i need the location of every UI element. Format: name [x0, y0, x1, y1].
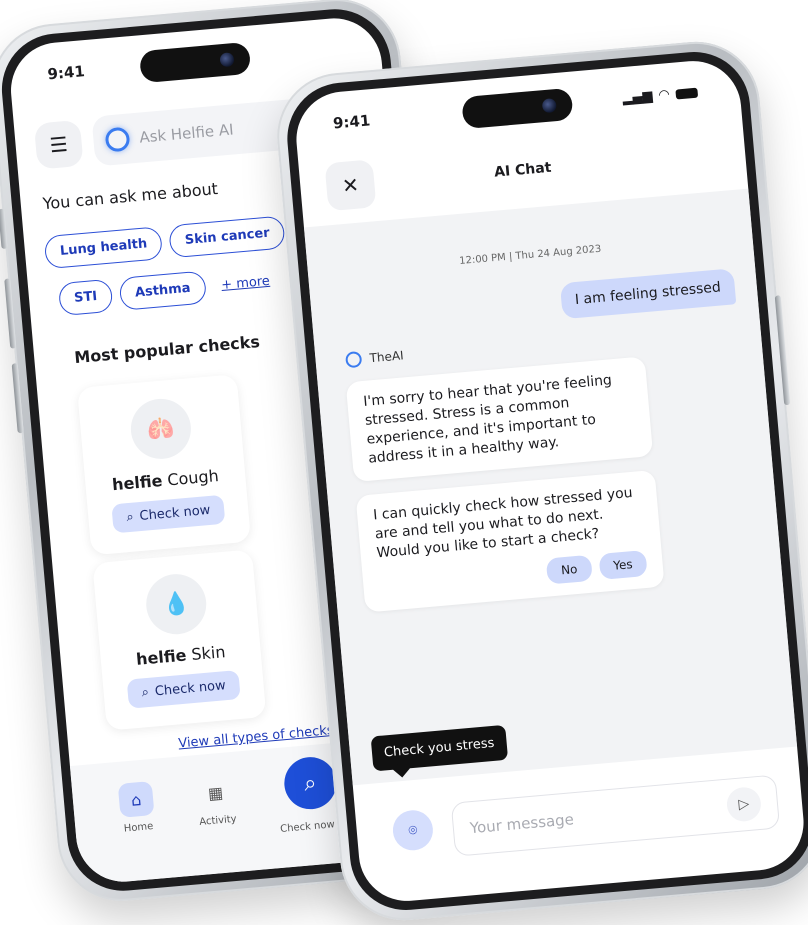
phone-chat: 9:41 ▂▄▆ ◠ ✕ AI Chat 12:00 PM | Thu 24 A…	[271, 36, 808, 925]
card-title: helfie Cough	[111, 466, 220, 495]
chip-lung-health[interactable]: Lung health	[43, 226, 164, 270]
reply-no-button[interactable]: No	[546, 554, 593, 585]
menu-button[interactable]: ☰	[33, 119, 84, 170]
ai-sender: TheAI	[345, 347, 404, 369]
ai-orb-icon	[104, 126, 131, 153]
power-button	[774, 295, 791, 406]
stress-check-button[interactable]: ⌾	[391, 808, 435, 852]
phone-bezel: 9:41 ▂▄▆ ◠ ✕ AI Chat 12:00 PM | Thu 24 A…	[282, 47, 808, 915]
ai-orb-icon	[345, 350, 363, 369]
tab-home[interactable]: ⌂ Home	[117, 781, 156, 835]
user-message: I am feeling stressed	[559, 268, 737, 320]
topic-chips-row-2: STI Asthma + more	[57, 265, 271, 317]
search-icon: ⌕	[141, 684, 150, 701]
ask-heading: You can ask me about	[42, 179, 219, 214]
hand-icon: ☰	[48, 131, 69, 158]
card-skin[interactable]: 💧 helfie Skin ⌕ Check now	[92, 549, 267, 731]
signal-icon: ▂▄▆	[621, 88, 654, 107]
volume-up-button	[4, 278, 17, 349]
check-now-fab[interactable]: ⌕	[282, 755, 339, 812]
home-icon: ⌂	[117, 781, 155, 818]
tab-check-now-label: Check now	[279, 819, 336, 835]
chip-asthma[interactable]: Asthma	[118, 270, 207, 311]
send-icon: ▷	[737, 795, 750, 813]
message-input[interactable]: Your message ▷	[450, 774, 781, 857]
ask-placeholder: Ask Helfie AI	[138, 120, 235, 147]
status-icons: ▂▄▆ ◠	[621, 85, 699, 107]
chat-thread[interactable]: 12:00 PM | Thu 24 Aug 2023 I am feeling …	[303, 188, 798, 786]
lungs-icon: 🫁	[128, 396, 194, 462]
check-now-button[interactable]: ⌕ Check now	[126, 670, 241, 709]
dynamic-island	[461, 87, 574, 130]
chip-skin-cancer[interactable]: Skin cancer	[168, 215, 286, 259]
grid-icon: ▦	[207, 782, 224, 803]
chip-sti[interactable]: STI	[57, 278, 114, 317]
dynamic-island	[138, 41, 252, 84]
send-button[interactable]: ▷	[725, 785, 763, 823]
topic-chips-row-1: Lung health Skin cancer	[43, 215, 286, 270]
check-now-button[interactable]: ⌕ Check now	[111, 494, 226, 534]
card-title: helfie Skin	[135, 642, 227, 669]
ai-message-check: I can quickly check how stressed you are…	[355, 469, 665, 613]
search-icon: ⌕	[125, 509, 135, 526]
reply-yes-button[interactable]: Yes	[598, 549, 648, 580]
popular-heading: Most popular checks	[73, 331, 261, 368]
status-time: 9:41	[46, 62, 86, 84]
face-scan-icon: ⌾	[407, 820, 419, 840]
volume-down-button	[11, 363, 24, 434]
chat-screen: 9:41 ▂▄▆ ◠ ✕ AI Chat 12:00 PM | Thu 24 A…	[292, 57, 808, 905]
battery-icon	[675, 87, 699, 100]
search-icon: ⌕	[303, 770, 318, 797]
status-time: 9:41	[332, 111, 371, 133]
wifi-icon: ◠	[657, 87, 671, 104]
mute-switch	[0, 208, 8, 250]
ai-message: I'm sorry to hear that you're feeling st…	[345, 356, 654, 482]
more-topics-link[interactable]: + more	[221, 274, 271, 293]
tab-activity[interactable]: ▦ Activity	[195, 774, 237, 828]
skin-icon: 💧	[143, 571, 209, 637]
card-cough[interactable]: 🫁 helfie Cough ⌕ Check now	[77, 374, 252, 556]
